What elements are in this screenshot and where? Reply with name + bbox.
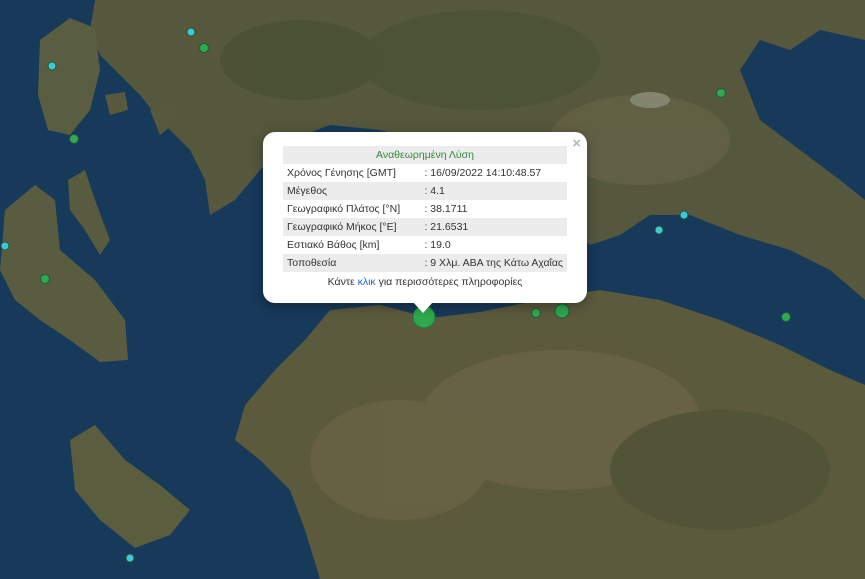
more-info-text: Κάντε κλικ για περισσότερες πληροφορίες bbox=[263, 276, 587, 288]
quake-marker-cyan[interactable] bbox=[47, 61, 57, 71]
popup-pointer bbox=[413, 302, 433, 313]
quake-marker-green[interactable] bbox=[69, 134, 79, 144]
quake-marker-cyan[interactable] bbox=[125, 553, 135, 563]
field-value: : 9 Χλμ. ΑΒΑ της Κάτω Αχαΐας bbox=[420, 254, 567, 272]
table-row: Γεωγραφικό Πλάτος [°N] : 38.1711 bbox=[283, 200, 567, 218]
field-label: Γεωγραφικό Μήκος [°E] bbox=[283, 218, 421, 236]
quake-marker-green[interactable] bbox=[531, 308, 541, 318]
field-label: Γεωγραφικό Πλάτος [°N] bbox=[287, 203, 401, 215]
more-info-link[interactable]: κλικ bbox=[358, 276, 376, 288]
close-icon[interactable]: × bbox=[572, 136, 581, 152]
quake-info-table: Αναθεωρημένη Λύση Χρόνος Γένησης [GMT] :… bbox=[283, 146, 567, 272]
quake-marker-cyan[interactable] bbox=[679, 210, 689, 220]
table-row: Γεωγραφικό Μήκος [°E] : 21.6531 bbox=[283, 218, 567, 236]
field-label: Χρόνος Γένησης [GMT] bbox=[287, 167, 396, 179]
field-value: : 38.1711 bbox=[424, 203, 468, 215]
more-info-prefix: Κάντε bbox=[327, 276, 355, 288]
more-info-suffix: για περισσότερες πληροφορίες bbox=[378, 276, 523, 288]
earthquake-info-popup: × Αναθεωρημένη Λύση Χρόνος Γένησης [GMT]… bbox=[263, 132, 587, 303]
table-row: Εστιακό Βάθος [km] : 19.0 bbox=[283, 236, 567, 254]
quake-marker-green[interactable] bbox=[554, 303, 570, 319]
quake-marker-green[interactable] bbox=[781, 312, 791, 322]
field-value: : 16/09/2022 14:10:48.57 bbox=[424, 167, 542, 179]
field-value: : 19.0 bbox=[424, 239, 451, 251]
field-value: : 21.6531 bbox=[420, 218, 567, 236]
quake-marker-cyan[interactable] bbox=[186, 27, 196, 37]
quake-marker-cyan[interactable] bbox=[0, 241, 10, 251]
quake-marker-green[interactable] bbox=[716, 88, 726, 98]
field-label: Εστιακό Βάθος [km] bbox=[287, 239, 380, 251]
quake-marker-green[interactable] bbox=[199, 43, 209, 53]
table-row: Τοποθεσία : 9 Χλμ. ΑΒΑ της Κάτω Αχαΐας bbox=[283, 254, 567, 272]
field-value: : 4.1 bbox=[420, 182, 567, 200]
table-row: Χρόνος Γένησης [GMT] : 16/09/2022 14:10:… bbox=[283, 164, 567, 182]
quake-marker-cyan[interactable] bbox=[654, 225, 664, 235]
table-row: Μέγεθος : 4.1 bbox=[283, 182, 567, 200]
field-label: Τοποθεσία bbox=[283, 254, 421, 272]
popup-title-row: Αναθεωρημένη Λύση bbox=[283, 146, 567, 164]
popup-title: Αναθεωρημένη Λύση bbox=[283, 146, 567, 164]
quake-marker-green[interactable] bbox=[40, 274, 50, 284]
field-label: Μέγεθος bbox=[283, 182, 421, 200]
